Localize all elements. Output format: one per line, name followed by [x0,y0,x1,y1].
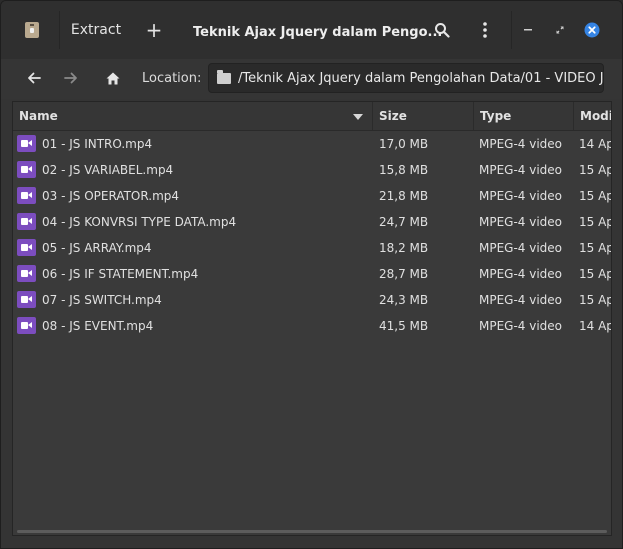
column-header-modified-label: Modi [580,109,612,123]
location-label: Location: [142,71,202,86]
video-file-icon [17,213,36,230]
window-title: Teknik Ajax Jquery dalam Pengo... [193,25,443,40]
file-type: MPEG-4 video [479,267,563,281]
file-name: 06 - JS IF STATEMENT.mp4 [42,267,199,281]
file-name: 08 - JS EVENT.mp4 [42,319,154,333]
file-row[interactable]: 07 - JS SWITCH.mp4 24,3 MB MPEG-4 video 15 … [13,287,612,313]
file-name: 07 - JS SWITCH.mp4 [42,293,162,307]
video-file-icon [17,265,36,282]
home-icon[interactable] [98,63,128,93]
file-type: MPEG-4 video [479,215,563,229]
video-file-icon [17,135,36,152]
header-separator [59,11,60,49]
video-file-icon [17,187,36,204]
file-modified: 15 Ap [579,267,612,281]
file-row[interactable]: 03 - JS OPERATOR.mp4 21,8 MB MPEG-4 video 1… [13,183,612,209]
archive-manager-window: Extract + Teknik Ajax Jquery dalam Pengo… [0,0,623,549]
file-size: 15,8 MB [379,163,429,177]
list-header: Name Size Type Modi [13,102,612,131]
video-file-icon [17,239,36,256]
file-type: MPEG-4 video [479,189,563,203]
header-bar: Extract + Teknik Ajax Jquery dalam Pengo… [1,1,622,60]
file-row[interactable]: 02 - JS VARIABEL.mp4 15,8 MB MPEG-4 video 1… [13,157,612,183]
minimize-icon[interactable] [517,15,539,45]
file-size: 24,3 MB [379,293,429,307]
file-modified: 15 Ap [579,189,612,203]
search-icon[interactable] [427,15,457,45]
file-type: MPEG-4 video [479,163,563,177]
file-modified: 15 Ap [579,215,612,229]
file-modified: 15 Ap [579,163,612,177]
close-icon[interactable] [581,15,603,45]
video-file-icon [17,317,36,334]
file-name: 03 - JS OPERATOR.mp4 [42,189,180,203]
file-name: 02 - JS VARIABEL.mp4 [42,163,174,177]
file-size: 24,7 MB [379,215,429,229]
file-modified: 15 Ap [579,241,612,255]
file-type: MPEG-4 video [479,293,563,307]
maximize-icon[interactable] [549,15,571,45]
sort-descending-icon [353,114,363,120]
file-row[interactable]: 04 - JS KONVRSI TYPE DATA.mp4 24,7 MB MPEG… [13,209,612,235]
file-size: 21,8 MB [379,189,429,203]
file-size: 41,5 MB [379,319,429,333]
file-type: MPEG-4 video [479,319,563,333]
file-row[interactable]: 05 - JS ARRAY.mp4 18,2 MB MPEG-4 video 15 A… [13,235,612,261]
column-header-size[interactable]: Size [373,102,474,130]
folder-icon [217,70,231,84]
menu-dots-icon[interactable] [470,15,500,45]
forward-arrow-icon[interactable] [56,63,86,93]
file-modified: 15 Ap [579,293,612,307]
archive-icon[interactable] [17,15,47,45]
file-row[interactable]: 08 - JS EVENT.mp4 41,5 MB MPEG-4 video 14 A… [13,313,612,339]
file-modified: 14 Ap [579,319,612,333]
file-name: 04 - JS KONVRSI TYPE DATA.mp4 [42,215,237,229]
video-file-icon [17,291,36,308]
header-separator [511,11,512,49]
video-file-icon [17,161,36,178]
location-field[interactable]: /Teknik Ajax Jquery dalam Pengolahan Dat… [208,63,604,93]
file-name: 05 - JS ARRAY.mp4 [42,241,152,255]
file-size: 18,2 MB [379,241,429,255]
add-button[interactable]: + [139,15,169,45]
back-arrow-icon[interactable] [19,63,49,93]
extract-button[interactable]: Extract [67,15,125,45]
file-size: 28,7 MB [379,267,429,281]
horizontal-scrollbar[interactable] [17,530,607,533]
location-path: /Teknik Ajax Jquery dalam Pengolahan Dat… [238,71,604,86]
column-header-size-label: Size [379,109,407,123]
column-header-name-label: Name [19,109,58,123]
file-list: Name Size Type Modi 01 - JS INTRO.mp4 17,… [12,101,612,536]
file-name: 01 - JS INTRO.mp4 [42,137,153,151]
file-size: 17,0 MB [379,137,429,151]
location-toolbar: Location: /Teknik Ajax Jquery dalam Peng… [1,59,622,99]
column-header-type-label: Type [480,109,512,123]
column-header-modified[interactable]: Modi [574,102,612,130]
file-modified: 14 Ap [579,137,612,151]
file-row[interactable]: 01 - JS INTRO.mp4 17,0 MB MPEG-4 video 14 A… [13,131,612,157]
column-header-type[interactable]: Type [474,102,574,130]
file-row[interactable]: 06 - JS IF STATEMENT.mp4 28,7 MB MPEG-4 vi… [13,261,612,287]
file-type: MPEG-4 video [479,241,563,255]
file-type: MPEG-4 video [479,137,563,151]
column-header-name[interactable]: Name [13,102,373,130]
